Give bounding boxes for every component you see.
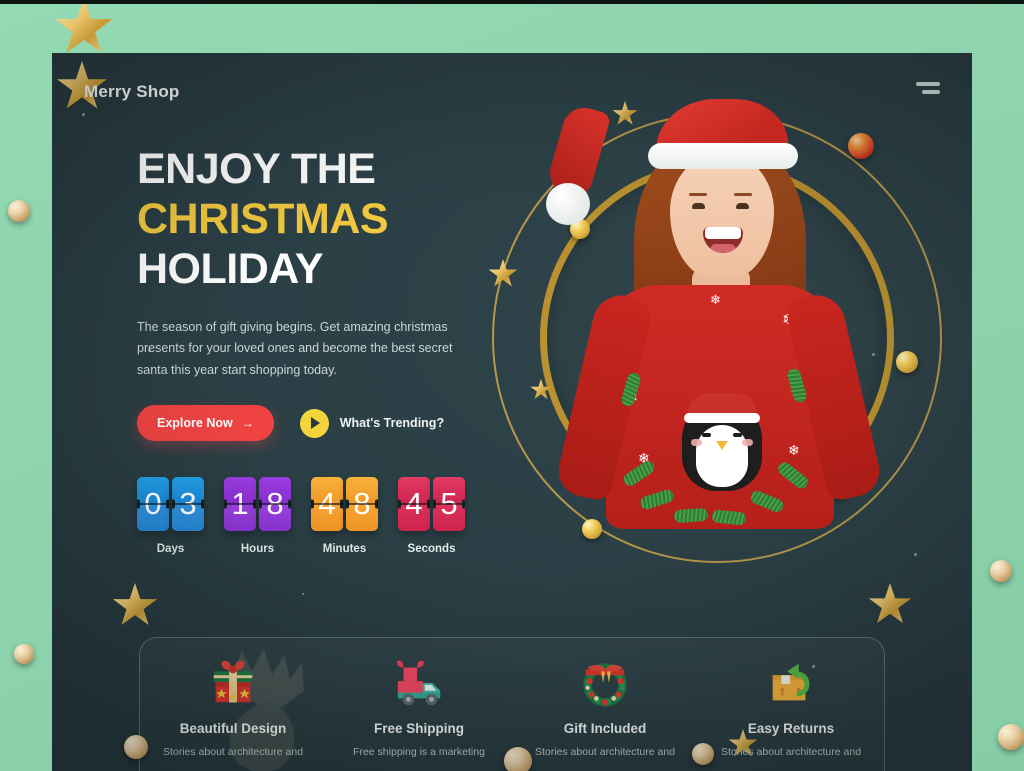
feature-description: Free shipping is a marketing xyxy=(353,746,485,758)
countdown-unit-days: 0 3 Days xyxy=(137,477,204,555)
feature-description: Stories about architecture and xyxy=(720,746,862,758)
hero-paragraph: The season of gift giving begins. Get am… xyxy=(137,319,453,377)
flip-digit: 4 xyxy=(398,477,430,532)
flip-digit: 0 xyxy=(137,477,169,532)
model-eye xyxy=(692,203,705,209)
feature-description: Stories about architecture and xyxy=(534,746,676,758)
logo[interactable]: Merry Shop xyxy=(84,82,180,102)
santa-hat-icon xyxy=(648,99,798,183)
flip-digit: 8 xyxy=(259,477,291,532)
countdown-unit-minutes: 4 8 Minutes xyxy=(311,477,378,555)
flip-digit: 1 xyxy=(224,477,256,532)
flip-digit: 8 xyxy=(346,477,378,532)
feature-card-gift-included[interactable]: Gift Included Stories about architecture… xyxy=(512,638,698,771)
countdown-label: Days xyxy=(156,543,185,556)
decor-bauble xyxy=(848,133,874,159)
heading-line-3: HOLIDAY xyxy=(137,244,324,293)
countdown-label: Minutes xyxy=(322,543,367,556)
features-panel: Beautiful Design Stories about architect… xyxy=(139,637,885,771)
feature-card-beautiful-design[interactable]: Beautiful Design Stories about architect… xyxy=(140,638,326,771)
feature-title: Gift Included xyxy=(563,721,647,736)
countdown-unit-seconds: 4 5 Seconds xyxy=(398,477,465,555)
decor-ball xyxy=(8,200,30,222)
heading-line-1: ENJOY THE xyxy=(137,145,376,193)
page-title: ENJOY THE CHRISTMAS HOLIDAY xyxy=(137,145,497,295)
flip-digit: 3 xyxy=(172,477,204,532)
decor-star xyxy=(112,583,158,625)
arrow-right-icon: → xyxy=(241,416,254,431)
hero-visual: ❄ ❄ ❄ ❄ ❄ ❄ ❄ xyxy=(472,79,972,624)
heading-line-2: CHRISTMAS xyxy=(137,194,389,243)
countdown-unit-hours: 1 8 Hours xyxy=(224,477,291,555)
play-icon[interactable] xyxy=(299,408,329,438)
decor-ball xyxy=(14,644,34,664)
sparkle-dot xyxy=(302,593,304,595)
whats-trending-label: What's Trending? xyxy=(339,416,445,431)
countdown-timer: 0 3 Days 1 8 Hours 4 8 Minutes 4 5 Secon… xyxy=(137,477,497,555)
countdown-label: Seconds xyxy=(407,543,456,556)
feature-title: Beautiful Design xyxy=(179,721,287,736)
hero-cta-group: Explore Now → What's Trending? xyxy=(137,405,497,442)
santa-hat-pompom xyxy=(546,183,590,225)
model-eye xyxy=(736,203,749,209)
decor-star xyxy=(55,4,113,53)
hero-content: ENJOY THE CHRISTMAS HOLIDAY The season o… xyxy=(137,145,497,555)
feature-card-easy-returns[interactable]: Easy Returns Stories about architecture … xyxy=(698,638,884,771)
wreath-icon xyxy=(577,655,633,711)
countdown-label: Hours xyxy=(240,543,275,556)
flip-digit: 4 xyxy=(311,477,343,532)
decor-bauble xyxy=(582,519,602,539)
explore-now-button[interactable]: Explore Now → xyxy=(137,405,274,442)
site-card: Merry Shop ❄ ❄ ENJOY THE CHRISTMAS HOLID… xyxy=(52,53,972,771)
decor-bauble xyxy=(896,351,918,373)
decor-ball xyxy=(990,560,1012,582)
feature-description: Stories about architecture and xyxy=(162,746,304,758)
model-eyebrow xyxy=(734,193,752,196)
gift-box-icon xyxy=(205,655,261,711)
explore-now-label: Explore Now xyxy=(157,416,233,431)
delivery-truck-icon xyxy=(391,655,447,711)
return-box-icon xyxy=(763,655,819,711)
whats-trending-button[interactable]: What's Trending? xyxy=(299,408,445,438)
hero-model-image: ❄ ❄ ❄ ❄ ❄ ❄ ❄ xyxy=(544,79,885,537)
feature-card-free-shipping[interactable]: Free Shipping Free shipping is a marketi… xyxy=(326,638,512,771)
page-frame: Merry Shop ❄ ❄ ENJOY THE CHRISTMAS HOLID… xyxy=(0,4,1024,771)
model-eyebrow xyxy=(689,193,707,196)
feature-title: Easy Returns xyxy=(747,721,835,736)
model-mouth xyxy=(703,227,743,253)
decor-ball xyxy=(998,724,1024,750)
feature-title: Free Shipping xyxy=(373,721,464,736)
flip-digit: 5 xyxy=(433,477,465,532)
